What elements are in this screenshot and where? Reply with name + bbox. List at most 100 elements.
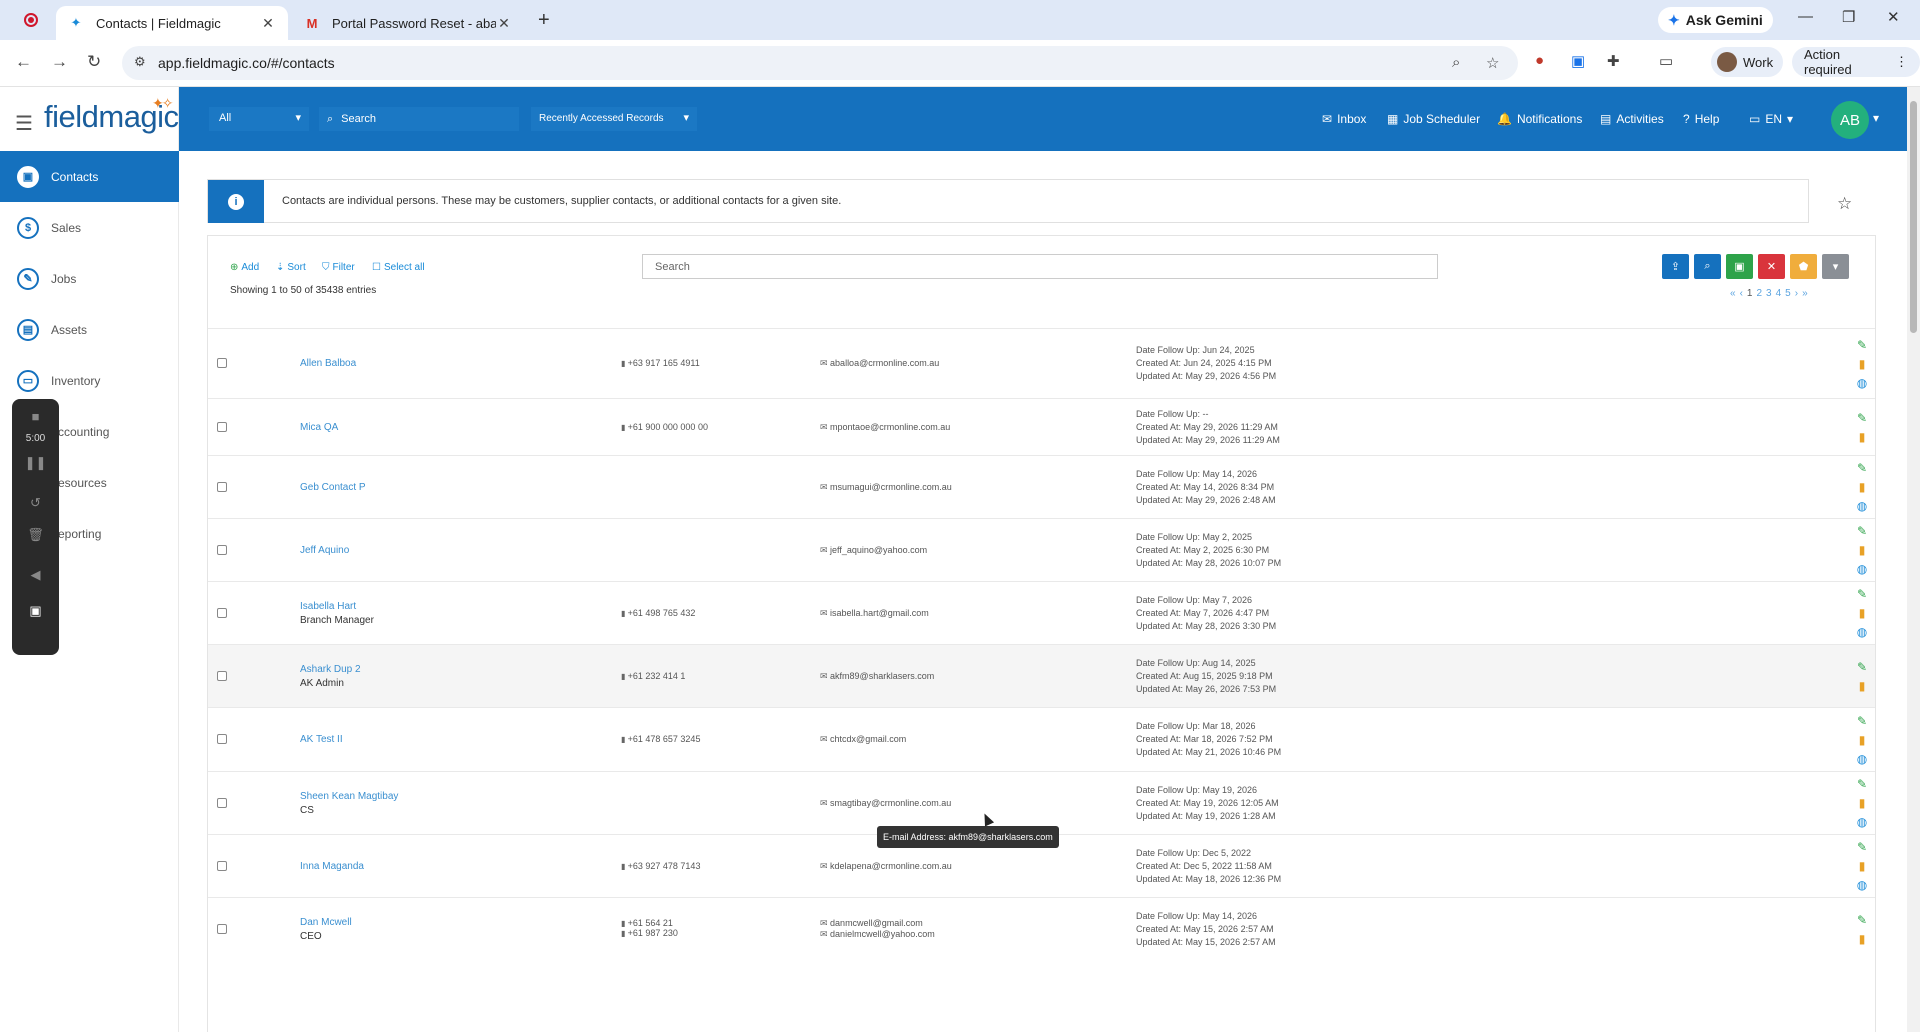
edit-pencil-icon[interactable]: ✎ [1855, 712, 1869, 731]
row-checkbox[interactable] [217, 670, 227, 681]
restore-icon[interactable]: ❐ [1842, 8, 1855, 26]
email-address[interactable]: aballoa@crmonline.com.au [820, 358, 939, 369]
page-scrollbar[interactable] [1907, 87, 1920, 1032]
first-page-icon[interactable]: « [1730, 288, 1736, 299]
row-checkbox[interactable] [217, 358, 227, 368]
contact-name-link[interactable]: Dan Mcwell [300, 917, 352, 928]
portal-globe-icon[interactable]: ◍ [1855, 497, 1869, 516]
site-info-icon[interactable]: ⚙ [134, 54, 146, 70]
stop-recording-icon[interactable]: ■ [12, 409, 59, 424]
ask-gemini-button[interactable]: ✦ Ask Gemini [1658, 7, 1773, 33]
table-row[interactable]: Allen Balboa +63 917 165 4911 aballoa@crmo… [208, 328, 1875, 398]
table-row[interactable]: Mica QA +61 900 000 000 00 mpontaoe@crmonl… [208, 398, 1875, 455]
row-checkbox[interactable] [217, 607, 227, 618]
language-select[interactable]: ▭ EN ▾ [1749, 112, 1793, 126]
recording-indicator-icon[interactable] [24, 13, 38, 27]
edit-pencil-icon[interactable]: ✎ [1855, 775, 1869, 794]
address-bar[interactable]: ⚙ app.fieldmagic.co/#/contacts ⌕ ☆ [122, 46, 1518, 80]
page-4[interactable]: 4 [1776, 288, 1782, 299]
profile-button[interactable]: Work [1711, 47, 1784, 77]
tab-contacts[interactable]: ✦ Contacts | Fieldmagic ✕ [56, 6, 288, 40]
delete-trash-icon[interactable]: ▮ [1855, 794, 1869, 813]
email-address[interactable]: danmcwell@gmail.com [820, 918, 935, 929]
avatar-caret-icon[interactable]: ▾ [1873, 111, 1879, 125]
save-button[interactable]: ▣ [1726, 254, 1753, 279]
delete-trash-icon[interactable]: ▮ [1855, 857, 1869, 876]
contact-name-link[interactable]: AK Test II [300, 734, 343, 745]
sidebar-item-assets[interactable]: ▤ Assets [0, 304, 179, 355]
page-5[interactable]: 5 [1785, 288, 1791, 299]
portal-globe-icon[interactable]: ◍ [1855, 750, 1869, 769]
export-button[interactable]: ⇪ [1662, 254, 1689, 279]
close-tab-icon[interactable]: ✕ [496, 15, 512, 32]
select-all-button[interactable]: ☐ Select all [372, 262, 425, 273]
phone-number[interactable]: +61 564 21 [621, 918, 678, 928]
user-avatar[interactable]: AB [1831, 101, 1869, 139]
phone-number[interactable]: +61 478 657 3245 [621, 734, 701, 744]
new-tab-icon[interactable]: + [538, 9, 550, 32]
phone-number[interactable]: +63 917 165 4911 [621, 358, 700, 368]
advanced-search-button[interactable]: ⌕ [1694, 254, 1721, 279]
delete-trash-icon[interactable]: ▮ [1855, 478, 1869, 497]
table-row[interactable]: Ashark Dup 2 AK Admin +61 232 414 1 akfm89@… [208, 644, 1875, 707]
delete-trash-icon[interactable]: ▮ [1855, 541, 1869, 560]
contact-name-link[interactable]: Ashark Dup 2 [300, 664, 361, 675]
portal-globe-icon[interactable]: ◍ [1855, 623, 1869, 642]
forward-icon[interactable]: → [51, 52, 68, 72]
edit-pencil-icon[interactable]: ✎ [1855, 658, 1869, 677]
delete-trash-icon[interactable]: ▮ [1855, 930, 1869, 949]
edit-pencil-icon[interactable]: ✎ [1855, 336, 1869, 355]
tab-gmail[interactable]: M Portal Password Reset - abalboa ✕ [292, 6, 524, 40]
edit-pencil-icon[interactable]: ✎ [1855, 522, 1869, 541]
row-checkbox[interactable] [217, 860, 227, 871]
delete-trash-icon[interactable]: ▮ [1855, 355, 1869, 374]
portal-globe-icon[interactable]: ◍ [1855, 876, 1869, 895]
recent-records-select[interactable]: Recently Accessed Records [531, 107, 697, 131]
next-page-icon[interactable]: › [1795, 288, 1798, 299]
clear-button[interactable]: ✕ [1758, 254, 1785, 279]
scroll-thumb[interactable] [1910, 101, 1917, 333]
minimize-icon[interactable]: — [1798, 8, 1813, 25]
job-scheduler-link[interactable]: ▦ Job Scheduler [1387, 112, 1480, 126]
contact-name-link[interactable]: Mica QA [300, 422, 338, 433]
email-address[interactable]: isabella.hart@gmail.com [820, 608, 929, 619]
delete-trash-icon[interactable]: ▮ [1855, 677, 1869, 696]
notifications-link[interactable]: 🔔 Notifications [1497, 112, 1582, 126]
sidebar-item-sales[interactable]: $ Sales [0, 202, 179, 253]
list-search-input[interactable]: Search [642, 254, 1438, 279]
add-button[interactable]: ⊕ Add [230, 262, 259, 273]
restart-icon[interactable]: ↺ [12, 495, 59, 511]
extensions-puzzle-icon[interactable]: ✚ [1607, 52, 1620, 70]
row-checkbox[interactable] [217, 734, 227, 744]
sidebar-item-jobs[interactable]: ✎ Jobs [0, 253, 179, 304]
delete-trash-icon[interactable]: ▮ [1855, 731, 1869, 750]
sidebar-item-contacts[interactable]: ▣ Contacts [0, 151, 179, 202]
table-row[interactable]: Jeff Aquino jeff_aquino@yahoo.com Date Fol… [208, 518, 1875, 581]
inbox-link[interactable]: ✉ Inbox [1322, 112, 1366, 126]
phone-number[interactable]: +63 927 478 7143 [621, 861, 701, 871]
pause-icon[interactable]: ❚❚ [12, 455, 59, 471]
close-tab-icon[interactable]: ✕ [260, 15, 276, 32]
table-row[interactable]: Isabella Hart Branch Manager +61 498 765 4… [208, 581, 1875, 644]
delete-trash-icon[interactable]: ▮ [1855, 604, 1869, 623]
phone-number[interactable]: +61 498 765 432 [621, 608, 696, 618]
phone-number[interactable]: +61 900 000 000 00 [621, 422, 708, 432]
row-checkbox[interactable] [217, 924, 227, 934]
row-checkbox[interactable] [217, 797, 227, 808]
email-address[interactable]: kdelapena@crmonline.com.au [820, 861, 952, 872]
contact-name-link[interactable]: Isabella Hart [300, 601, 374, 612]
portal-globe-icon[interactable]: ◍ [1855, 813, 1869, 832]
row-checkbox[interactable] [217, 481, 227, 492]
trash-icon[interactable]: 🗑 [12, 527, 59, 543]
global-search-input[interactable]: ⌕ Search [319, 107, 519, 131]
more-options-button[interactable]: ▾ [1822, 254, 1849, 279]
row-checkbox[interactable] [217, 544, 227, 555]
action-required-button[interactable]: Action required ⋮ [1792, 47, 1920, 77]
bookmark-star-icon[interactable]: ☆ [1486, 54, 1499, 72]
page-3[interactable]: 3 [1766, 288, 1772, 299]
page-1[interactable]: 1 [1747, 288, 1753, 299]
edit-pencil-icon[interactable]: ✎ [1855, 911, 1869, 930]
phone-number[interactable]: +61 987 230 [621, 928, 678, 938]
email-address[interactable]: danielmcwell@yahoo.com [820, 929, 935, 940]
page-2[interactable]: 2 [1756, 288, 1762, 299]
